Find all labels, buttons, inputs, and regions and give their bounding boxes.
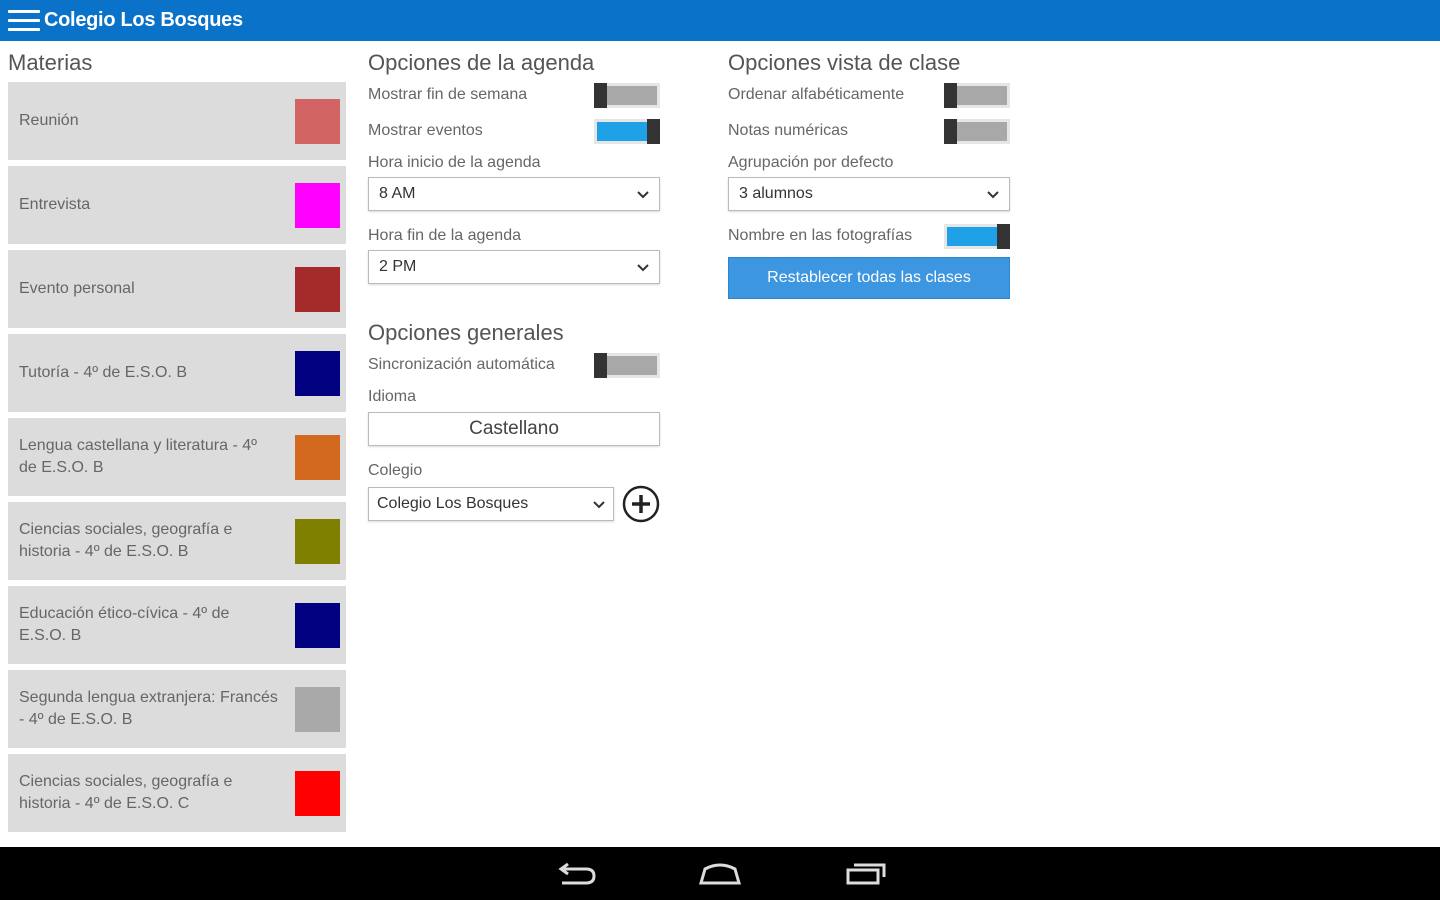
add-school-icon[interactable] <box>622 485 660 523</box>
numeric-grades-label: Notas numéricas <box>728 122 849 139</box>
start-hour-value: 8 AM <box>379 185 416 202</box>
start-hour-select[interactable]: 8 AM <box>368 177 660 211</box>
show-events-label: Mostrar eventos <box>368 122 483 139</box>
subject-item[interactable]: Educación ético-cívica - 4º de E.S.O. B <box>8 586 346 664</box>
end-hour-value: 2 PM <box>379 258 417 275</box>
grouping-label: Agrupación por defecto <box>728 154 894 171</box>
system-nav-bar <box>0 847 1440 900</box>
subject-item[interactable]: Ciencias sociales, geografía e historia … <box>8 754 346 832</box>
agenda-title: Opciones de la agenda <box>368 50 595 75</box>
subject-label: Tutoría - 4º de E.S.O. B <box>19 364 187 381</box>
subject-item[interactable]: Ciencias sociales, geografía e historia … <box>8 502 346 580</box>
language-label: Idioma <box>368 388 417 405</box>
subject-color-swatch[interactable] <box>295 98 340 144</box>
school-value: Colegio Los Bosques <box>377 495 529 512</box>
photo-names-label: Nombre en las fotografías <box>728 227 913 244</box>
general-title: Opciones generales <box>368 320 564 345</box>
alpha-order-label: Ordenar alfabéticamente <box>728 86 905 103</box>
subject-label: Entrevista <box>19 196 91 213</box>
recent-apps-icon[interactable] <box>842 855 890 891</box>
grouping-value: 3 alumnos <box>739 185 813 202</box>
photo-names-row: Nombre en las fotografías <box>728 221 1010 251</box>
language-button[interactable]: Castellano <box>368 412 660 446</box>
subject-color-swatch[interactable] <box>295 266 340 312</box>
show-weekend-row: Mostrar fin de semana <box>368 80 660 110</box>
subject-color-swatch[interactable] <box>295 770 340 816</box>
show-events-row: Mostrar eventos <box>368 116 660 146</box>
show-events-toggle[interactable] <box>594 118 660 144</box>
chevron-down-icon <box>637 264 649 272</box>
chevron-down-icon <box>593 501 605 509</box>
school-select[interactable]: Colegio Los Bosques <box>368 487 614 521</box>
subjects-panel: Materias <box>8 48 346 78</box>
subject-label: Evento personal <box>19 280 135 297</box>
subject-label: Ciencias sociales, geografía e historia … <box>19 773 233 812</box>
numeric-grades-row: Notas numéricas <box>728 116 1010 146</box>
subject-item[interactable]: Segunda lengua extranjera: Francés - 4º … <box>8 670 346 748</box>
menu-icon[interactable] <box>8 8 40 34</box>
subject-item[interactable]: Evento personal <box>8 250 346 328</box>
home-icon[interactable] <box>696 855 744 891</box>
school-row: Colegio Los Bosques <box>368 485 660 523</box>
end-hour-label: Hora fin de la agenda <box>368 227 521 244</box>
subject-color-swatch[interactable] <box>295 518 340 564</box>
alpha-order-row: Ordenar alfabéticamente <box>728 80 1010 110</box>
subject-label: Reunión <box>19 112 79 129</box>
subjects-title: Materias <box>8 50 93 75</box>
show-weekend-label: Mostrar fin de semana <box>368 86 528 103</box>
autosync-row: Sincronización automática <box>368 350 660 380</box>
show-weekend-toggle[interactable] <box>594 82 660 108</box>
start-hour-label: Hora inicio de la agenda <box>368 154 541 171</box>
reset-classes-button[interactable]: Restablecer todas las clases <box>728 257 1010 299</box>
chevron-down-icon <box>987 191 999 199</box>
subject-label: Educación ético-cívica - 4º de E.S.O. B <box>19 605 230 644</box>
autosync-label: Sincronización automática <box>368 356 555 373</box>
photo-names-toggle[interactable] <box>944 223 1010 249</box>
back-icon[interactable] <box>552 855 600 891</box>
action-bar: Colegio Los Bosques <box>0 0 1440 41</box>
subject-color-swatch[interactable] <box>295 182 340 228</box>
subject-label: Lengua castellana y literatura - 4º de E… <box>19 437 257 476</box>
subject-item[interactable]: Tutoría - 4º de E.S.O. B <box>8 334 346 412</box>
autosync-toggle[interactable] <box>594 352 660 378</box>
chevron-down-icon <box>637 191 649 199</box>
subject-label: Segunda lengua extranjera: Francés - 4º … <box>19 689 278 728</box>
grouping-select[interactable]: 3 alumnos <box>728 177 1010 211</box>
subject-color-swatch[interactable] <box>295 434 340 480</box>
subject-item[interactable]: Lengua castellana y literatura - 4º de E… <box>8 418 346 496</box>
end-hour-select[interactable]: 2 PM <box>368 250 660 284</box>
subject-item[interactable]: Entrevista <box>8 166 346 244</box>
alpha-order-toggle[interactable] <box>944 82 1010 108</box>
subject-color-swatch[interactable] <box>295 350 340 396</box>
subject-label: Ciencias sociales, geografía e historia … <box>19 521 233 560</box>
subject-color-swatch[interactable] <box>295 602 340 648</box>
subjects-list[interactable]: Reunión Entrevista Evento personal Tutoría … <box>8 82 346 847</box>
app-title: Colegio Los Bosques <box>44 9 243 31</box>
classview-panel: Opciones vista de clase Ordenar alfabéti… <box>728 48 1010 299</box>
subject-item[interactable]: Reunión <box>8 82 346 160</box>
school-label: Colegio <box>368 462 423 479</box>
agenda-panel: Opciones de la agenda Mostrar fin de sem… <box>368 48 660 523</box>
numeric-grades-toggle[interactable] <box>944 118 1010 144</box>
classview-title: Opciones vista de clase <box>728 50 961 75</box>
subject-color-swatch[interactable] <box>295 686 340 732</box>
